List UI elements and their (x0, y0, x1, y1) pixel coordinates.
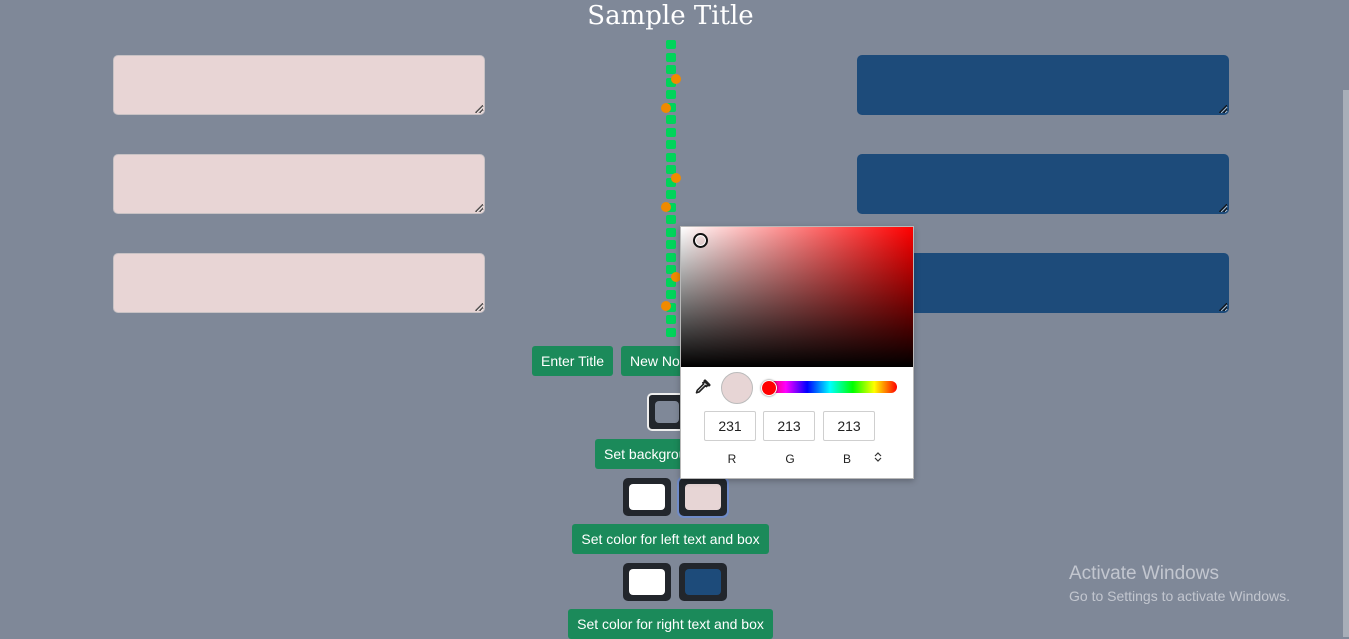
divider-orange-dot (671, 74, 681, 84)
eyedropper-icon[interactable] (693, 379, 711, 397)
divider-orange-dot (661, 202, 671, 212)
right-textarea-2[interactable] (857, 154, 1229, 214)
swatch-color (629, 484, 665, 510)
divider-green-dot (666, 252, 676, 262)
left-textarea-3[interactable] (113, 253, 485, 313)
left-box-color-swatch[interactable] (679, 478, 727, 516)
divider-green-dot (666, 227, 676, 237)
page-scrollbar[interactable] (1343, 90, 1349, 637)
swatch-color (685, 569, 721, 595)
set-left-color-button[interactable]: Set color for left text and box (572, 524, 769, 554)
swatch-color (655, 401, 679, 423)
left-textarea-1[interactable] (113, 55, 485, 115)
new-note-button[interactable]: New Note (621, 346, 689, 376)
saturation-area[interactable] (681, 227, 913, 367)
hue-slider-handle[interactable] (761, 380, 777, 396)
divider-orange-dot (671, 173, 681, 183)
swatch-color (629, 569, 665, 595)
left-textbox[interactable] (113, 154, 485, 214)
right-text-color-swatch[interactable] (623, 563, 671, 601)
blue-input[interactable] (823, 411, 875, 441)
swatch-color (685, 484, 721, 510)
saturation-handle[interactable] (693, 233, 708, 248)
divider-green-dot (666, 315, 676, 324)
divider-orange-dot (661, 103, 671, 113)
divider-green-dot (666, 215, 676, 224)
right-textbox[interactable] (857, 154, 1229, 214)
left-textarea-2[interactable] (113, 154, 485, 214)
right-textarea-1[interactable] (857, 55, 1229, 115)
color-picker-popup[interactable]: R G B (680, 226, 914, 479)
red-input[interactable] (704, 411, 756, 441)
green-input[interactable] (763, 411, 815, 441)
divider-green-dot (666, 190, 676, 199)
divider-green-dot (666, 152, 676, 162)
divider-green-dot (666, 290, 676, 299)
divider-green-dot (666, 40, 676, 49)
divider-green-dot (666, 65, 676, 74)
page-title: Sample Title (587, 1, 754, 31)
divider-green-dot (666, 327, 676, 337)
activate-windows-watermark: Activate Windows Go to Settings to activ… (1069, 563, 1290, 605)
right-textbox[interactable] (857, 55, 1229, 115)
blue-label: B (842, 452, 851, 466)
left-textbox[interactable] (113, 253, 485, 313)
left-textbox[interactable] (113, 55, 485, 115)
watermark-subtitle: Go to Settings to activate Windows. (1069, 588, 1290, 604)
color-preview (721, 372, 753, 404)
divider-green-dot (666, 90, 676, 99)
divider-green-dot (666, 127, 676, 137)
left-text-color-swatch[interactable] (623, 478, 671, 516)
red-label: R (727, 452, 737, 466)
up-down-arrows-icon[interactable] (874, 451, 882, 466)
enter-title-button[interactable]: Enter Title (532, 346, 613, 376)
watermark-title: Activate Windows (1069, 563, 1219, 584)
divider-green-dot (666, 240, 676, 249)
right-box-color-swatch[interactable] (679, 563, 727, 601)
set-background-color-button[interactable]: Set background color (595, 439, 685, 469)
divider-green-dot (666, 140, 676, 149)
set-right-color-button[interactable]: Set color for right text and box (568, 609, 773, 639)
divider-orange-dot (661, 301, 671, 311)
divider-green-dot (666, 52, 676, 62)
hue-slider[interactable] (763, 381, 897, 393)
green-label: G (785, 452, 795, 466)
divider-green-dot (666, 115, 676, 124)
